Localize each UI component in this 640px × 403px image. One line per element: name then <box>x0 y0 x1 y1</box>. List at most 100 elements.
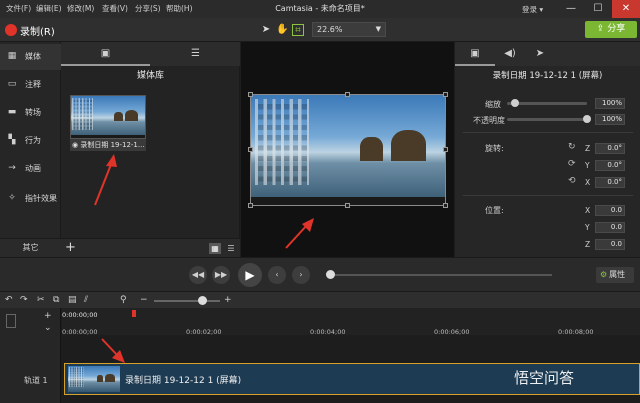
play-button[interactable]: ▶ <box>238 263 262 287</box>
crop-icon[interactable]: ⌗ <box>292 24 304 36</box>
share-label: 分享 <box>607 24 626 34</box>
sidebar-item-cursor-effects[interactable]: ✧ 指针效果 <box>0 186 61 212</box>
media-tabs: ▣ ☰ <box>61 42 240 66</box>
menu-modify[interactable]: 修改(M) <box>67 3 94 14</box>
track-name[interactable]: 轨道 1 <box>24 375 48 386</box>
watermark: 悟空问答 <box>514 369 575 387</box>
position-z-field[interactable]: 0.0 <box>595 239 625 250</box>
grid-view-icon[interactable]: ▦ <box>209 243 221 254</box>
resize-handle[interactable] <box>248 203 253 208</box>
scale-slider-knob[interactable] <box>511 99 519 107</box>
zoom-select[interactable]: 22.6% ▼ <box>312 22 386 37</box>
menu-edit[interactable]: 编辑(E) <box>36 3 62 14</box>
title-bar: 文件(F) 编辑(E) 修改(M) 查看(V) 分享(S) 帮助(H) Camt… <box>0 0 640 18</box>
resize-handle[interactable] <box>443 203 448 208</box>
opacity-slider[interactable] <box>507 118 587 121</box>
tab-media-bin[interactable]: ▣ <box>61 42 150 66</box>
timeline-toolbar: ↶ ↷ ✂ ⧉ ▤ ⫽ ⚲ − + <box>0 291 640 308</box>
pointer-icon[interactable]: ➤ <box>260 24 272 36</box>
zoom-out-icon[interactable]: − <box>140 295 148 305</box>
resize-handle[interactable] <box>345 203 350 208</box>
search-icon[interactable]: ⚲ <box>120 295 127 305</box>
tab-cursor-properties[interactable]: ➤ <box>525 42 555 66</box>
maximize-button[interactable]: ☐ <box>585 0 611 18</box>
scale-slider[interactable] <box>507 102 587 105</box>
scrubber-track[interactable] <box>330 274 552 276</box>
record-button[interactable]: 录制(R) <box>20 23 55 38</box>
tab-audio-properties[interactable]: ◀) <box>495 42 525 66</box>
media-thumbnail[interactable] <box>70 95 146 139</box>
chevron-down-icon: ▼ <box>375 25 381 33</box>
paste-icon[interactable]: ▤ <box>68 295 77 305</box>
sidebar-item-label: 指针效果 <box>25 194 57 203</box>
add-media-button[interactable]: + <box>65 240 76 255</box>
list-view-icon[interactable]: ☰ <box>225 243 237 254</box>
zoom-in-icon[interactable]: + <box>224 295 232 305</box>
position-x-field[interactable]: 0.0 <box>595 205 625 216</box>
transition-icon: ▬ <box>7 107 17 117</box>
previous-button[interactable]: ‹ <box>268 266 286 284</box>
zoom-value: 22.6% <box>317 25 343 34</box>
resize-handle[interactable] <box>248 147 253 152</box>
close-button[interactable]: ✕ <box>612 0 640 18</box>
resize-handle[interactable] <box>345 92 350 97</box>
canvas-video-frame[interactable] <box>250 94 446 206</box>
clip-label: 录制日期 19-12-12 1 (屏幕) <box>125 376 242 386</box>
pointer-icon: ➤ <box>535 48 545 59</box>
tab-visual-properties[interactable]: ▣ <box>455 42 495 66</box>
sidebar-item-animations[interactable]: → 动画 <box>0 156 61 182</box>
copy-icon[interactable]: ⧉ <box>53 295 59 305</box>
sidebar-item-behaviors[interactable]: ▚ 行为 <box>0 128 61 154</box>
playhead-handle[interactable] <box>132 310 136 317</box>
login-menu[interactable]: 登录 ▾ <box>522 4 543 15</box>
sidebar-item-media[interactable]: ▦ 媒体 <box>0 44 61 70</box>
share-button[interactable]: ⇪ 分享 <box>585 21 637 38</box>
rotation-x-field[interactable]: 0.0° <box>595 177 625 188</box>
add-track-icon[interactable]: + <box>44 311 52 321</box>
minimize-button[interactable]: — <box>558 0 584 18</box>
red-arrow-annotation <box>94 154 117 206</box>
record-icon[interactable] <box>5 24 17 36</box>
menu-help[interactable]: 帮助(H) <box>166 3 193 14</box>
rotation-y-field[interactable]: 0.0° <box>595 160 625 171</box>
position-label: 位置: <box>485 206 504 215</box>
resize-handle[interactable] <box>248 92 253 97</box>
time-ruler[interactable]: 0:00:00;00 0:00:00;00 0:00:02;00 0:00:04… <box>62 308 640 336</box>
timeline-zoom-slider[interactable] <box>154 300 220 302</box>
resize-handle[interactable] <box>443 92 448 97</box>
scale-field[interactable]: 100% <box>595 98 625 109</box>
lock-icon[interactable] <box>6 314 16 328</box>
list-icon: ☰ <box>191 48 200 59</box>
opacity-slider-knob[interactable] <box>583 115 591 123</box>
hand-icon[interactable]: ✋ <box>276 24 288 36</box>
tab-library[interactable]: ☰ <box>151 42 240 66</box>
step-back-button[interactable]: ◀◀ <box>189 266 207 284</box>
axis-x-label: X <box>585 206 591 215</box>
redo-icon[interactable]: ↷ <box>20 295 28 305</box>
split-icon[interactable]: ⫽ <box>84 295 88 305</box>
media-bin-panel: ▣ ☰ 媒体库 ◉ 录制日期 19-12-1... + ▦ ☰ <box>61 42 240 257</box>
timeline-zoom-knob[interactable] <box>198 296 207 305</box>
tick-label: 0:00:04;00 <box>310 328 346 336</box>
axis-z-label: Z <box>585 144 591 153</box>
preview-canvas[interactable] <box>241 42 454 257</box>
cut-icon[interactable]: ✂ <box>37 295 45 305</box>
next-button[interactable]: › <box>292 266 310 284</box>
sidebar-item-transitions[interactable]: ▬ 转场 <box>0 100 61 126</box>
menu-share[interactable]: 分享(S) <box>135 3 161 14</box>
position-y-field[interactable]: 0.0 <box>595 222 625 233</box>
resize-handle[interactable] <box>443 147 448 152</box>
more-button[interactable]: 其它 <box>0 238 61 257</box>
properties-button[interactable]: ⚙ 属性 <box>596 267 634 283</box>
menu-view[interactable]: 查看(V) <box>102 3 128 14</box>
sidebar-item-annotations[interactable]: ▭ 注释 <box>0 72 61 98</box>
rotation-z-field[interactable]: 0.0° <box>595 143 625 154</box>
axis-x-label: X <box>585 178 591 187</box>
timeline: + ⌄ 轨道 1 0:00:00;00 0:00:00;00 0:00:02;0… <box>0 308 640 403</box>
step-forward-button[interactable]: ▶▶ <box>212 266 230 284</box>
opacity-field[interactable]: 100% <box>595 114 625 125</box>
scrubber-knob[interactable] <box>326 270 335 279</box>
menu-file[interactable]: 文件(F) <box>6 3 31 14</box>
collapse-icon[interactable]: ⌄ <box>44 323 52 333</box>
undo-icon[interactable]: ↶ <box>5 295 13 305</box>
